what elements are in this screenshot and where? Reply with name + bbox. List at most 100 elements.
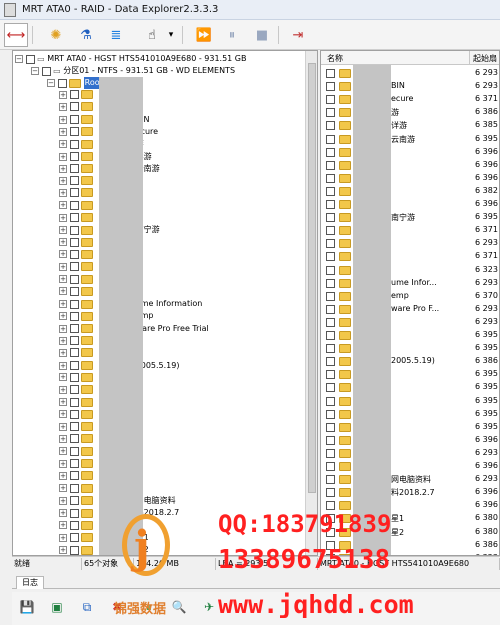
checkbox[interactable] xyxy=(326,239,335,249)
expand-icon[interactable]: + xyxy=(59,348,67,357)
list-item[interactable]: 6 396 xyxy=(321,434,499,447)
list-item[interactable]: 6 293 xyxy=(321,316,499,329)
list-item[interactable]: 6 395 xyxy=(321,421,499,434)
list-item[interactable]: 6 371 xyxy=(321,250,499,263)
list-item[interactable]: 6 395 xyxy=(321,395,499,408)
wizard-icon[interactable]: ☝ xyxy=(140,23,164,47)
expand-icon[interactable]: + xyxy=(59,361,67,370)
checkbox[interactable] xyxy=(69,237,79,247)
list-item[interactable]: 6 323 xyxy=(321,264,499,277)
tree-scrollbar[interactable] xyxy=(305,51,317,555)
checkbox[interactable] xyxy=(326,462,335,471)
checkbox[interactable] xyxy=(326,173,335,183)
checkbox[interactable] xyxy=(326,278,335,288)
checkbox[interactable] xyxy=(326,396,335,406)
checkbox[interactable] xyxy=(69,409,79,419)
checkbox[interactable] xyxy=(326,95,335,105)
list-item[interactable]: 6 395 xyxy=(321,342,499,355)
expand-icon[interactable]: + xyxy=(59,188,67,197)
expand-icon[interactable]: + xyxy=(59,287,67,296)
checkbox[interactable] xyxy=(69,90,79,99)
checkbox[interactable] xyxy=(69,459,79,468)
list-item[interactable]: ecure 6 371 xyxy=(321,93,499,106)
checkbox[interactable] xyxy=(326,501,335,511)
list-item[interactable]: 6 396 xyxy=(321,146,499,159)
expand-icon[interactable]: + xyxy=(59,422,67,431)
checkbox[interactable] xyxy=(69,200,79,210)
expand-icon[interactable]: + xyxy=(59,521,67,529)
checkbox[interactable] xyxy=(69,471,79,481)
copy-icon[interactable]: ⧉ xyxy=(76,596,98,618)
expand-icon[interactable]: + xyxy=(59,262,67,271)
list-item[interactable]: 6 395 xyxy=(321,381,499,394)
checkbox[interactable] xyxy=(326,121,335,131)
tab-log[interactable]: 日志 xyxy=(16,576,44,589)
checkbox[interactable] xyxy=(326,226,335,236)
checkbox[interactable] xyxy=(326,488,335,498)
expand-icon[interactable]: + xyxy=(59,238,67,247)
column-name-header[interactable]: 名称 xyxy=(327,53,343,64)
checkbox[interactable] xyxy=(326,147,335,157)
checkbox[interactable] xyxy=(69,225,79,235)
tree-disk-node[interactable]: − ▭ MRT ATA0 - HGST HTS541010A9E680 - 93… xyxy=(15,53,247,65)
expand-icon[interactable]: + xyxy=(59,102,67,111)
expand-icon[interactable]: + xyxy=(59,324,67,333)
checkbox[interactable] xyxy=(326,252,335,262)
tree-partition-node[interactable]: − ▭ 分区01 - NTFS - 931.51 GB - WD ELEMENT… xyxy=(31,65,235,77)
checkbox[interactable] xyxy=(326,186,335,196)
play-icon[interactable]: ⏩ xyxy=(192,23,216,47)
expand-icon[interactable]: + xyxy=(59,275,67,283)
checkbox[interactable] xyxy=(326,160,335,170)
checkbox[interactable] xyxy=(326,383,335,393)
checkbox[interactable] xyxy=(326,213,335,223)
save-icon[interactable]: 💾 xyxy=(16,596,38,618)
expand-icon[interactable]: + xyxy=(59,152,67,161)
folder-tree[interactable]: − ▭ MRT ATA0 - HGST HTS541010A9E680 - 93… xyxy=(12,50,318,556)
checkbox[interactable] xyxy=(326,344,335,354)
expand-icon[interactable]: + xyxy=(59,127,67,136)
expand-icon[interactable]: + xyxy=(59,140,67,149)
checkbox[interactable] xyxy=(69,102,79,112)
list-item[interactable]: 6 371 xyxy=(321,224,499,237)
checkbox[interactable] xyxy=(326,82,335,92)
checkbox[interactable] xyxy=(69,336,79,345)
list-item[interactable]: 6 293 xyxy=(321,237,499,250)
list-item[interactable]: 6 396 xyxy=(321,198,499,211)
checkbox[interactable] xyxy=(69,496,79,506)
checkbox[interactable] xyxy=(69,188,79,198)
expand-icon[interactable]: + xyxy=(59,398,67,406)
checkbox[interactable] xyxy=(69,446,79,456)
checkbox[interactable] xyxy=(69,176,79,186)
expand-icon[interactable]: + xyxy=(59,533,67,542)
file-list[interactable]: 名称 起始扇 6 293 BIN 6 293 ecure 6 371 游 6 386 详游 6 … xyxy=(320,50,500,556)
list-item[interactable]: 6 396 xyxy=(321,460,499,473)
checkbox[interactable] xyxy=(69,213,79,222)
checkbox[interactable] xyxy=(326,200,335,209)
expand-icon[interactable]: + xyxy=(59,434,67,443)
expand-icon[interactable]: + xyxy=(59,447,67,456)
list-item[interactable]: 6 395 xyxy=(321,329,499,342)
expand-icon[interactable]: + xyxy=(59,484,67,493)
save-as-icon[interactable]: ▣ xyxy=(46,596,68,618)
checkbox[interactable] xyxy=(326,108,335,118)
checkbox[interactable] xyxy=(69,372,79,382)
connect-icon[interactable]: ⟷ xyxy=(4,23,28,47)
list-item[interactable]: 6 395 xyxy=(321,368,499,381)
pause-icon[interactable]: ⏸ xyxy=(220,23,244,47)
checkbox[interactable] xyxy=(326,304,335,314)
expand-icon[interactable]: + xyxy=(59,312,67,321)
checkbox[interactable] xyxy=(69,422,79,432)
exit-icon[interactable]: ⇥ xyxy=(286,23,310,47)
checkbox[interactable] xyxy=(326,317,335,327)
checkbox[interactable] xyxy=(69,385,79,395)
stop-icon[interactable]: ■ xyxy=(250,23,274,47)
checkbox[interactable] xyxy=(326,475,335,485)
checkbox[interactable] xyxy=(69,286,79,296)
checkbox[interactable] xyxy=(69,164,79,174)
export-icon[interactable]: ✈ xyxy=(198,596,220,618)
checkbox[interactable] xyxy=(69,115,79,125)
checkbox[interactable] xyxy=(69,127,79,137)
checkbox[interactable] xyxy=(326,357,335,367)
expand-icon[interactable]: + xyxy=(59,509,67,518)
expand-icon[interactable]: + xyxy=(59,201,67,210)
